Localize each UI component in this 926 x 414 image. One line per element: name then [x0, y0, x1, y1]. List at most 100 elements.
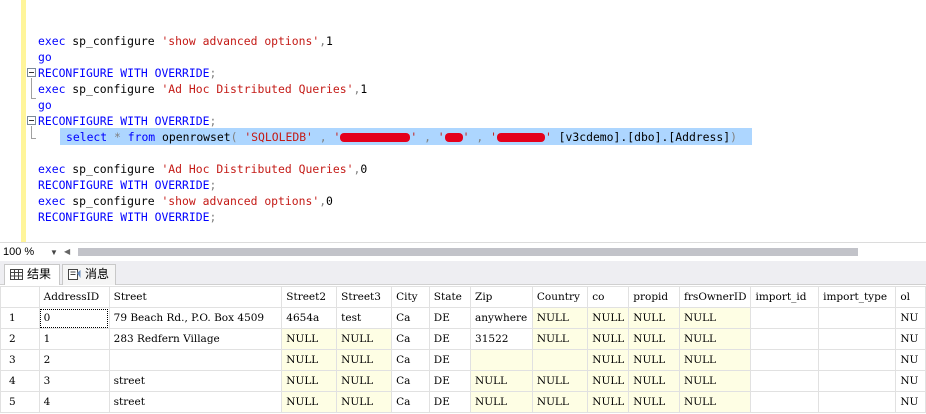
table-cell[interactable]: Ca — [391, 391, 430, 413]
row-number[interactable]: 3 — [0, 349, 40, 371]
table-cell[interactable]: NULL — [336, 370, 393, 392]
table-cell[interactable]: 1 — [38, 328, 110, 350]
code-line-1[interactable]: exec sp_configure 'show advanced options… — [38, 33, 333, 49]
table-cell[interactable]: 4654a — [281, 307, 338, 329]
table-cell[interactable]: test — [336, 307, 393, 329]
table-cell[interactable]: street — [108, 391, 283, 413]
table-cell[interactable]: NU — [895, 307, 926, 329]
table-cell[interactable]: DE — [428, 307, 472, 329]
table-cell[interactable] — [750, 307, 820, 329]
table-row[interactable]: 5 4 street NULL NULL Ca DE NULL NULL NULL NULL NULL… — [0, 391, 926, 413]
row-number[interactable]: 5 — [0, 391, 40, 413]
table-cell[interactable] — [750, 391, 820, 413]
code-line-8[interactable]: RECONFIGURE WITH OVERRIDE; — [38, 177, 216, 193]
table-cell[interactable]: NULL — [336, 349, 393, 371]
column-header[interactable]: ol — [895, 286, 926, 308]
column-header[interactable] — [0, 286, 40, 308]
code-line-9[interactable]: exec sp_configure 'show advanced options… — [38, 193, 333, 209]
table-cell[interactable]: NULL — [587, 328, 630, 350]
table-cell[interactable]: NU — [895, 349, 926, 371]
row-number[interactable]: 4 — [0, 370, 40, 392]
zoom-dropdown[interactable]: 100 % ▼ — [1, 244, 59, 260]
table-cell[interactable]: NULL — [531, 307, 589, 329]
column-header[interactable]: import_id — [750, 286, 820, 308]
chevron-down-icon[interactable]: ▼ — [50, 245, 58, 261]
table-cell[interactable]: NULL — [628, 370, 681, 392]
row-number[interactable]: 2 — [0, 328, 40, 350]
column-header[interactable]: frsOwnerID — [679, 286, 752, 308]
table-cell[interactable]: NULL — [336, 328, 393, 350]
column-header[interactable]: co — [587, 286, 630, 308]
table-cell[interactable]: NULL — [531, 370, 589, 392]
table-cell[interactable]: NULL — [531, 328, 589, 350]
table-cell[interactable] — [818, 391, 897, 413]
table-cell[interactable]: NULL — [679, 391, 752, 413]
table-cell[interactable]: NU — [895, 328, 926, 350]
code-line-2[interactable]: go — [38, 49, 52, 65]
column-header[interactable]: Street — [108, 286, 283, 308]
collapse-icon[interactable] — [27, 116, 36, 125]
column-header[interactable]: City — [391, 286, 430, 308]
table-cell[interactable]: NULL — [531, 391, 589, 413]
table-cell[interactable]: NULL — [628, 307, 681, 329]
code-line-3[interactable]: RECONFIGURE WITH OVERRIDE; — [38, 65, 216, 81]
query-editor[interactable]: exec sp_configure 'show advanced options… — [0, 0, 926, 242]
table-cell[interactable]: 3 — [38, 370, 110, 392]
column-header[interactable]: State — [428, 286, 472, 308]
table-cell[interactable]: NULL — [679, 349, 752, 371]
table-cell[interactable]: NU — [895, 391, 926, 413]
table-cell[interactable] — [531, 349, 589, 371]
table-cell[interactable]: NULL — [587, 391, 630, 413]
table-cell[interactable]: NULL — [679, 370, 752, 392]
table-cell[interactable]: 79 Beach Rd., P.O. Box 4509 — [108, 307, 283, 329]
table-cell[interactable]: NULL — [281, 370, 338, 392]
collapse-icon[interactable] — [27, 68, 36, 77]
table-row[interactable]: 4 3 street NULL NULL Ca DE NULL NULL NULL NULL NULL… — [0, 370, 926, 392]
table-cell[interactable]: NULL — [470, 370, 533, 392]
table-cell[interactable]: NULL — [281, 328, 338, 350]
table-cell[interactable]: 2 — [38, 349, 110, 371]
column-header[interactable]: Country — [531, 286, 589, 308]
table-cell[interactable]: NULL — [587, 349, 630, 371]
table-cell[interactable]: NULL — [628, 391, 681, 413]
table-cell[interactable]: NU — [895, 370, 926, 392]
table-cell[interactable]: street — [108, 370, 283, 392]
table-cell[interactable]: NULL — [628, 349, 681, 371]
table-row[interactable]: 2 1 283 Redfern Village NULL NULL Ca DE 31522 NU… — [0, 328, 926, 350]
column-header[interactable]: Street2 — [281, 286, 338, 308]
table-cell[interactable]: Ca — [391, 328, 430, 350]
tab-messages[interactable]: 消息 — [62, 264, 116, 285]
table-cell[interactable]: anywhere — [470, 307, 533, 329]
table-cell[interactable] — [818, 307, 897, 329]
table-cell[interactable]: DE — [428, 391, 472, 413]
code-line-7[interactable]: exec sp_configure 'Ad Hoc Distributed Qu… — [38, 161, 367, 177]
code-line-4[interactable]: exec sp_configure 'Ad Hoc Distributed Qu… — [38, 81, 367, 97]
table-cell[interactable]: Ca — [391, 349, 430, 371]
table-cell[interactable]: DE — [428, 349, 472, 371]
scroll-left-icon[interactable]: ◀ — [64, 245, 70, 259]
table-row[interactable]: 1 0 79 Beach Rd., P.O. Box 4509 4654a test Ca… — [0, 307, 926, 329]
table-row[interactable]: 3 2 NULL NULL Ca DE NULL NULL NULL NU — [0, 349, 926, 371]
table-cell[interactable]: NULL — [336, 391, 393, 413]
column-header[interactable]: AddressID — [38, 286, 110, 308]
table-cell[interactable]: NULL — [679, 307, 752, 329]
table-cell[interactable]: DE — [428, 370, 472, 392]
table-cell[interactable]: NULL — [679, 328, 752, 350]
column-header[interactable]: import_type — [818, 286, 897, 308]
code-line-5[interactable]: go — [38, 97, 52, 113]
table-cell[interactable] — [818, 328, 897, 350]
table-cell[interactable]: Ca — [391, 307, 430, 329]
table-cell[interactable] — [750, 349, 820, 371]
table-cell[interactable] — [750, 370, 820, 392]
table-cell[interactable]: 31522 — [470, 328, 533, 350]
code-line-6[interactable]: RECONFIGURE WITH OVERRIDE; — [38, 113, 216, 129]
table-cell[interactable]: NULL — [587, 370, 630, 392]
table-cell[interactable] — [750, 328, 820, 350]
results-grid[interactable]: AddressID Street Street2 Street3 City St… — [0, 286, 926, 414]
column-header[interactable]: propid — [628, 286, 681, 308]
table-cell[interactable]: NULL — [628, 328, 681, 350]
column-header[interactable]: Street3 — [336, 286, 393, 308]
column-header[interactable]: Zip — [470, 286, 533, 308]
table-cell[interactable]: 0 — [38, 307, 110, 329]
table-cell[interactable] — [818, 349, 897, 371]
